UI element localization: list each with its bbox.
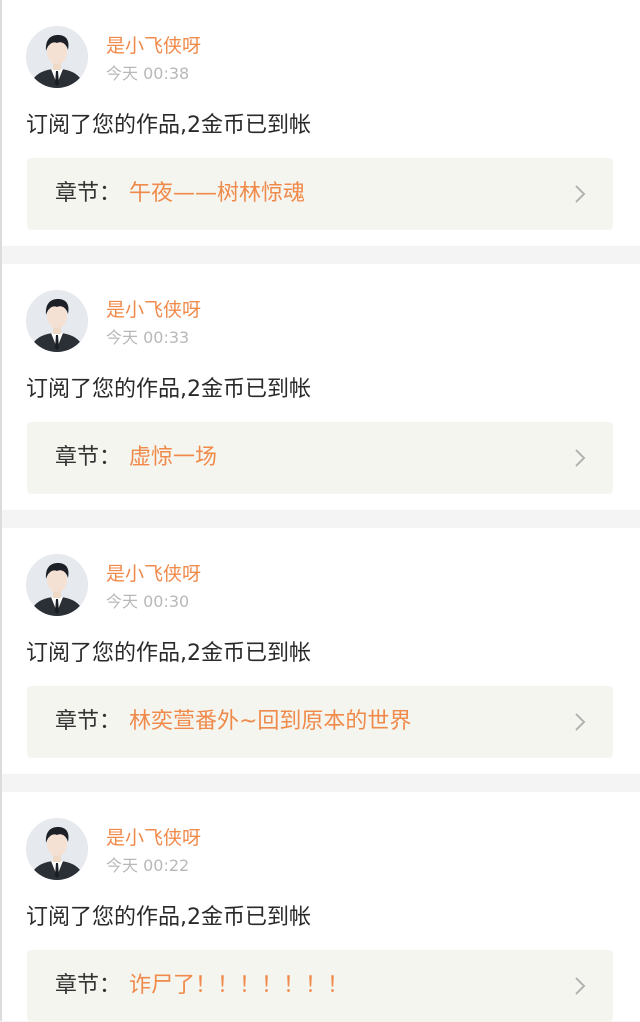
chapter-link[interactable]: 章节： 林奕萱番外~回到原本的世界	[27, 686, 613, 758]
chapter-link[interactable]: 章节： 午夜——树林惊魂	[27, 158, 613, 230]
chapter-label: 章节：	[55, 181, 122, 206]
chapter-title: 虚惊一场	[129, 445, 218, 470]
username[interactable]: 是小飞侠呀	[106, 298, 201, 322]
timestamp: 今天 00:22	[106, 856, 190, 875]
chapter-link[interactable]: 章节： 诈尸了！！！！！！！	[27, 950, 613, 1022]
timestamp: 今天 00:30	[106, 592, 190, 611]
avatar[interactable]	[26, 554, 88, 616]
chapter-title: 林奕萱番外~回到原本的世界	[129, 709, 412, 734]
notification-card: 是小飞侠呀 今天 00:30 订阅了您的作品,2金币已到帐 章节： 林奕萱番外~…	[0, 528, 640, 774]
chapter-link[interactable]: 章节： 虚惊一场	[27, 422, 613, 494]
chapter-label: 章节：	[55, 973, 122, 998]
chapter-title: 诈尸了！！！！！！！	[129, 973, 350, 998]
user-avatar-icon	[26, 26, 88, 88]
chapter-label: 章节：	[55, 445, 122, 470]
notification-feed: 是小飞侠呀 今天 00:38 订阅了您的作品,2金币已到帐 章节： 午夜——树林…	[0, 0, 640, 1022]
notification-message: 订阅了您的作品,2金币已到帐	[26, 905, 311, 930]
chevron-right-icon	[575, 185, 586, 203]
chevron-right-icon	[575, 977, 586, 995]
chevron-right-icon	[575, 713, 586, 731]
chapter-title: 午夜——树林惊魂	[129, 181, 306, 206]
user-avatar-icon	[26, 290, 88, 352]
notification-card: 是小飞侠呀 今天 00:33 订阅了您的作品,2金币已到帐 章节： 虚惊一场	[0, 264, 640, 510]
username[interactable]: 是小飞侠呀	[106, 34, 201, 58]
notification-card: 是小飞侠呀 今天 00:22 订阅了您的作品,2金币已到帐 章节： 诈尸了！！！…	[0, 792, 640, 1022]
chevron-right-icon	[575, 449, 586, 467]
user-avatar-icon	[26, 818, 88, 880]
username[interactable]: 是小飞侠呀	[106, 562, 201, 586]
notification-message: 订阅了您的作品,2金币已到帐	[26, 641, 311, 666]
notification-message: 订阅了您的作品,2金币已到帐	[26, 377, 311, 402]
notification-message: 订阅了您的作品,2金币已到帐	[26, 113, 311, 138]
username[interactable]: 是小飞侠呀	[106, 826, 201, 850]
avatar[interactable]	[26, 26, 88, 88]
user-avatar-icon	[26, 554, 88, 616]
timestamp: 今天 00:33	[106, 328, 190, 347]
left-edge-divider	[0, 0, 2, 1021]
chapter-label: 章节：	[55, 709, 122, 734]
notification-card: 是小飞侠呀 今天 00:38 订阅了您的作品,2金币已到帐 章节： 午夜——树林…	[0, 0, 640, 246]
avatar[interactable]	[26, 818, 88, 880]
timestamp: 今天 00:38	[106, 64, 190, 83]
avatar[interactable]	[26, 290, 88, 352]
